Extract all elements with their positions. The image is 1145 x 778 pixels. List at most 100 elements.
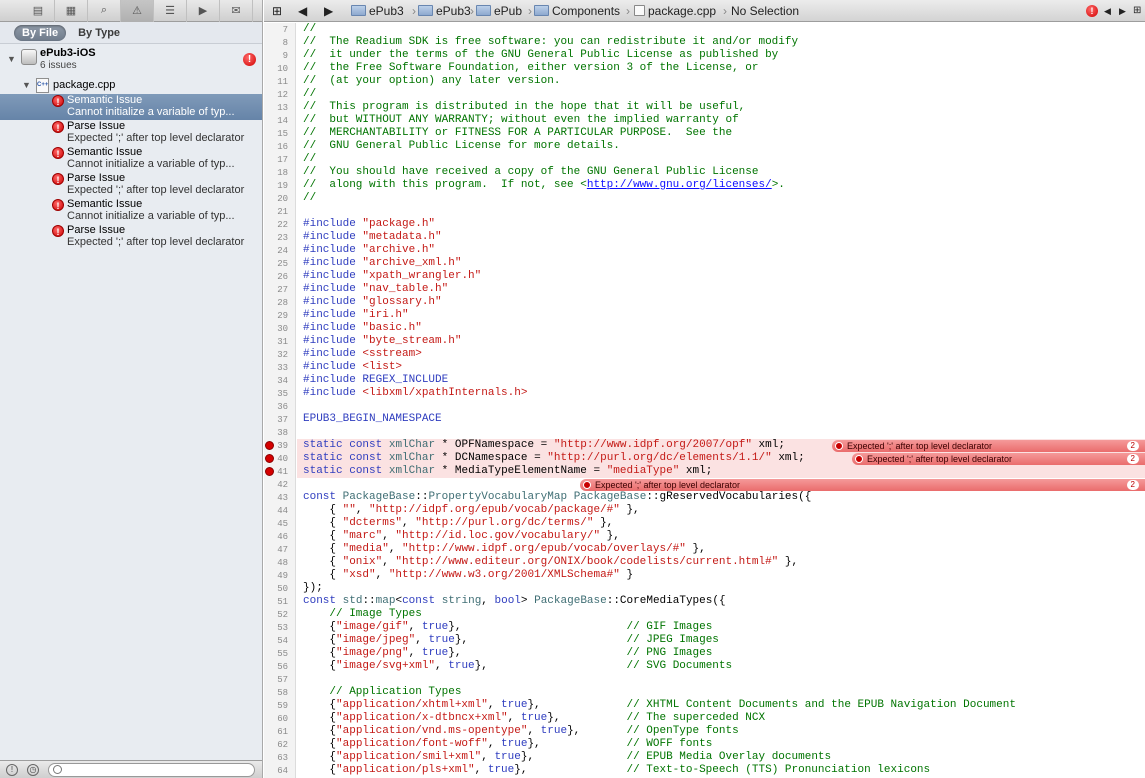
project-navigator-icon[interactable]: ▤ (22, 0, 55, 22)
navigator-filter-bar: ! ◷ (0, 760, 262, 778)
line-number: 21 (277, 207, 288, 217)
issue-detail: Cannot initialize a variable of typ... (67, 210, 235, 222)
line-number: 16 (277, 142, 288, 152)
breadcrumb-project[interactable]: ePub3 (351, 4, 404, 18)
error-icon: ! (52, 225, 64, 237)
breadcrumb-group[interactable]: ePub3 (418, 4, 471, 18)
breadcrumb-separator-icon: › (470, 4, 474, 18)
line-number: 58 (277, 688, 288, 698)
breadcrumb-separator-icon: › (528, 4, 532, 18)
log-navigator-icon[interactable]: ✉ (220, 0, 253, 22)
breadcrumb-separator-icon: › (626, 4, 630, 18)
debug-navigator-icon[interactable]: ☰ (154, 0, 187, 22)
project-issue-count: 6 issues (40, 60, 77, 71)
line-number: 11 (277, 77, 288, 87)
line-number: 23 (277, 233, 288, 243)
line-number: 22 (277, 220, 288, 230)
folder-icon (534, 5, 549, 16)
breadcrumb-separator-icon: › (412, 4, 416, 18)
error-icon (835, 442, 843, 450)
line-number: 56 (277, 662, 288, 672)
line-number: 20 (277, 194, 288, 204)
split-editor-icon[interactable]: ⊞ (1133, 5, 1141, 16)
error-icon: ! (52, 199, 64, 211)
error-icon (583, 481, 591, 489)
line-number: 27 (277, 285, 288, 295)
filter-by-type-button[interactable]: By Type (70, 25, 128, 41)
source-editor[interactable]: 7 8 9 10 11 12 13 14 15 16 17 18 19 20 21 22 23 24 25 26 27 2… (264, 23, 1145, 778)
filter-search-input[interactable] (48, 763, 255, 777)
jump-bar: ⊞ ◀ ▶ ePub3 › ePub3 › ePub › Components … (264, 0, 1145, 22)
inline-error-message[interactable]: Expected ';' after top level declarator … (832, 440, 1145, 452)
symbol-navigator-icon[interactable]: ▦ (55, 0, 88, 22)
issue-detail: Expected ';' after top level declarator (67, 236, 245, 248)
breadcrumb-symbol[interactable]: No Selection (731, 4, 799, 18)
issue-navigator-icon[interactable]: ⚠ (121, 0, 154, 22)
inline-error-message[interactable]: Expected ';' after top level declarator … (580, 479, 1145, 491)
forward-arrow-icon[interactable]: ▶ (324, 4, 333, 18)
line-number: 44 (277, 506, 288, 516)
issue-detail: Cannot initialize a variable of typ... (67, 158, 235, 170)
line-number: 57 (277, 675, 288, 685)
filter-by-file-button[interactable]: By File (14, 24, 67, 41)
previous-issue-icon[interactable]: ◀ (1104, 6, 1111, 17)
line-number: 46 (277, 532, 288, 542)
recent-issues-icon[interactable]: ◷ (27, 764, 39, 776)
breadcrumb-group[interactable]: Components (534, 4, 620, 18)
issue-indicator-icon[interactable]: ! (1086, 3, 1098, 17)
line-number: 33 (277, 363, 288, 373)
project-icon (21, 49, 37, 65)
error-icon: ! (52, 121, 64, 133)
line-number: 54 (277, 636, 288, 646)
issue-title: Parse Issue (67, 172, 126, 184)
line-number: 63 (277, 753, 288, 763)
line-number: 32 (277, 350, 288, 360)
search-icon (53, 765, 62, 774)
project-row[interactable]: ▼ ePub3-iOS 6 issues ! (0, 45, 262, 73)
cpp-file-icon: C++ (36, 78, 49, 93)
related-items-icon[interactable]: ⊞ (272, 4, 282, 18)
issue-title: Parse Issue (67, 120, 126, 132)
issue-title: Semantic Issue (67, 146, 143, 158)
line-number-gutter[interactable]: 7 8 9 10 11 12 13 14 15 16 17 18 19 20 21 22 23 24 25 26 27 2… (264, 23, 296, 778)
issue-item[interactable]: ! Parse Issue Expected ';' after top lev… (0, 120, 262, 146)
line-number: 7 (282, 25, 288, 35)
line-number: 25 (277, 259, 288, 269)
issue-item[interactable]: ! Semantic Issue Cannot initialize a var… (0, 198, 262, 224)
breadcrumb-file[interactable]: package.cpp (634, 4, 716, 18)
error-count-badge: 2 (1126, 480, 1139, 490)
issue-item[interactable]: ! Parse Issue Expected ';' after top lev… (0, 224, 262, 250)
line-number: 34 (277, 376, 288, 386)
error-marker-icon[interactable] (265, 441, 274, 450)
file-name: package.cpp (53, 79, 116, 91)
line-number: 9 (282, 51, 288, 61)
line-number: 15 (277, 129, 288, 139)
show-errors-icon[interactable]: ! (6, 764, 18, 776)
issue-item[interactable]: ! Parse Issue Expected ';' after top lev… (0, 172, 262, 198)
inline-error-message[interactable]: Expected ';' after top level declarator … (852, 453, 1145, 465)
issue-item[interactable]: ! Semantic Issue Cannot initialize a var… (0, 94, 262, 120)
project-name: ePub3-iOS (40, 47, 96, 59)
line-number: 14 (277, 116, 288, 126)
line-number: 28 (277, 298, 288, 308)
error-marker-icon[interactable] (265, 467, 274, 476)
error-marker-icon[interactable] (265, 454, 274, 463)
breakpoint-navigator-icon[interactable]: ▶ (187, 0, 220, 22)
breadcrumb-group[interactable]: ePub (476, 4, 522, 18)
disclosure-triangle-icon[interactable]: ▼ (22, 80, 31, 90)
search-navigator-icon[interactable]: ⌕ (88, 0, 121, 22)
issue-title: Parse Issue (67, 224, 126, 236)
error-icon: ! (52, 147, 64, 159)
back-arrow-icon[interactable]: ◀ (298, 4, 307, 18)
line-number: 12 (277, 90, 288, 100)
error-icon: ! (52, 173, 64, 185)
disclosure-triangle-icon[interactable]: ▼ (7, 54, 16, 64)
issue-title: Semantic Issue (67, 94, 143, 106)
line-number: 61 (277, 727, 288, 737)
folder-icon (476, 5, 491, 16)
line-number: 64 (277, 766, 288, 776)
issue-item[interactable]: ! Semantic Issue Cannot initialize a var… (0, 146, 262, 172)
next-issue-icon[interactable]: ▶ (1119, 6, 1126, 17)
file-row[interactable]: ▼ C++ package.cpp (0, 77, 262, 94)
issue-detail: Expected ';' after top level declarator (67, 132, 245, 144)
